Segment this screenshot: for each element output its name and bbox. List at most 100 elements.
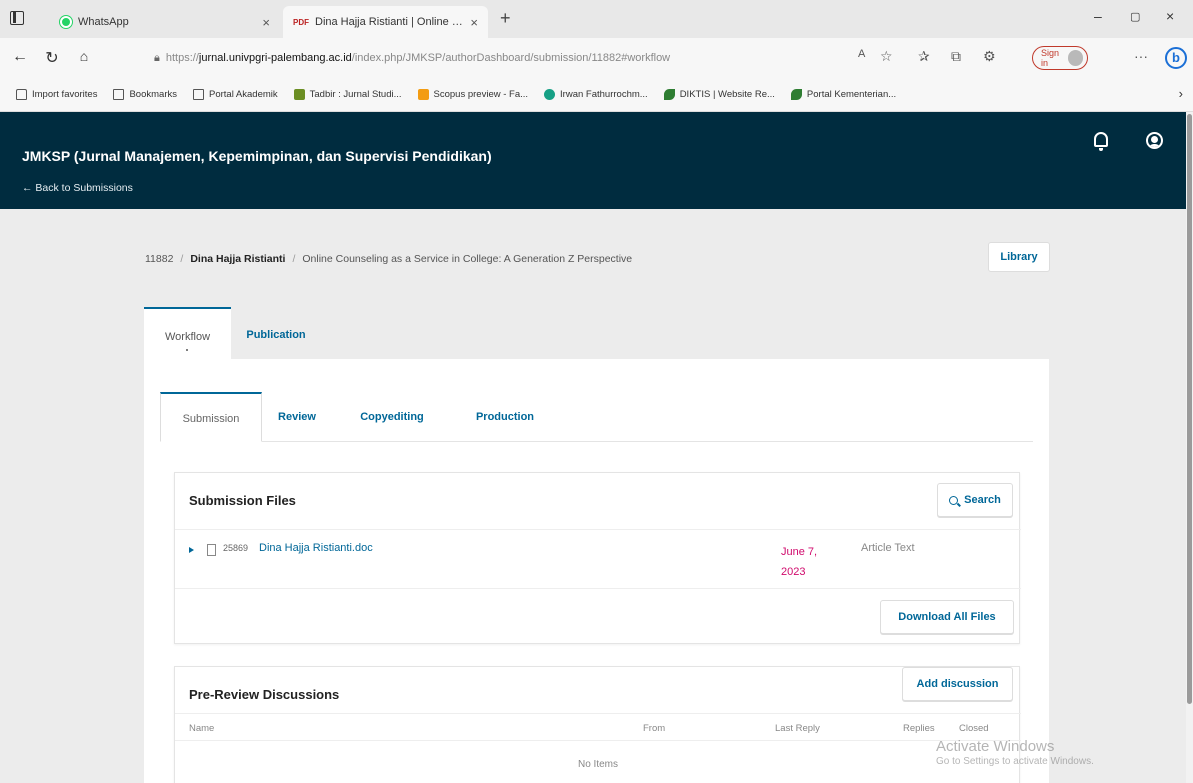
favorite-item[interactable]: Irwan Fathurrochm... [544, 89, 648, 100]
close-tab-icon[interactable]: × [470, 15, 478, 30]
sign-in-button[interactable]: Sign in [1032, 46, 1088, 70]
library-button[interactable]: Library [988, 242, 1050, 272]
column-closed: Closed [959, 723, 989, 734]
restore-button[interactable]: ▢ [1130, 10, 1140, 23]
discussions-table-header: Name From Last Reply Replies Closed [175, 713, 1021, 741]
notifications-bell-icon[interactable] [1094, 132, 1108, 151]
breadcrumb-separator: / [180, 253, 184, 265]
submission-author: Dina Hajja Ristianti [190, 253, 286, 265]
tab-publication[interactable]: Publication [231, 307, 321, 359]
scrollbar-thumb[interactable] [1187, 114, 1192, 704]
favorite-item[interactable]: Portal Kementerian... [790, 89, 897, 100]
leaf-favicon-icon [790, 89, 802, 100]
watermark-line1: Activate Windows [936, 738, 1055, 755]
favorite-item[interactable]: Bookmarks [113, 89, 177, 100]
workflow-panel: Submission Review Copyediting Production… [144, 359, 1049, 783]
favorite-item[interactable]: Scopus preview - Fa... [417, 89, 529, 100]
close-window-button[interactable]: × [1166, 8, 1174, 24]
read-aloud-icon[interactable]: A [858, 48, 865, 60]
document-icon [207, 544, 216, 556]
favorite-item[interactable]: Portal Akademik [192, 89, 278, 100]
page-favicon-icon [192, 89, 204, 100]
browser-tab-bar: WhatsApp × PDF Dina Hajja Ristianti | On… [0, 0, 1193, 38]
favorite-item[interactable]: Tadbir : Jurnal Studi... [293, 89, 402, 100]
favorite-item[interactable]: DIKTIS | Website Re... [663, 89, 775, 100]
collections-icon[interactable]: ⧉ [951, 48, 961, 65]
stage-tabs: Submission Review Copyediting Production [160, 392, 1033, 442]
windows-activation-watermark: Activate Windows Go to Settings to activ… [936, 738, 1094, 767]
breadcrumb: 11882 / Dina Hajja Ristianti / Online Counse… [145, 253, 632, 265]
column-replies: Replies [903, 723, 935, 734]
tab-workflow[interactable]: Workflow [144, 307, 231, 359]
submission-id: 11882 [145, 253, 174, 265]
table-row: 25869 Dina Hajja Ristianti.doc June 7, 2… [175, 529, 1021, 589]
pdf-icon: PDF [293, 17, 309, 27]
page-scrollbar[interactable] [1186, 112, 1193, 783]
file-name-link[interactable]: Dina Hajja Ristianti.doc [259, 542, 373, 554]
search-icon [949, 495, 959, 505]
tab-review[interactable]: Review [262, 392, 332, 442]
favorite-label: Portal Akademik [208, 89, 278, 100]
app-header: JMKSP (Jurnal Manajemen, Kepemimpinan, d… [0, 112, 1186, 209]
url-scheme: https:// [165, 52, 199, 64]
favorite-label: Bookmarks [129, 89, 177, 100]
empty-state: No Items [577, 759, 618, 770]
more-menu-icon[interactable]: ··· [1134, 48, 1148, 64]
browser-tab-whatsapp[interactable]: WhatsApp × [50, 6, 280, 38]
lock-icon: 🔒︎ [154, 51, 160, 64]
column-from: From [643, 723, 666, 734]
expand-row-icon[interactable] [189, 547, 194, 553]
back-to-submissions-link[interactable]: ← Back to Submissions [22, 182, 133, 194]
bing-copilot-icon[interactable]: b [1165, 47, 1187, 69]
tab-actions-icon[interactable] [10, 11, 24, 25]
whatsapp-icon [60, 16, 72, 28]
browser-tab-active[interactable]: PDF Dina Hajja Ristianti | Online Cou...… [283, 6, 488, 38]
pre-review-discussions-card: Pre-Review Discussions Add discussion Na… [174, 666, 1021, 783]
extensions-icon[interactable]: ⚙ [983, 48, 996, 65]
user-account-icon[interactable] [1146, 132, 1163, 149]
tab-label: Dina Hajja Ristianti | Online Cou... [315, 16, 464, 28]
tab-production[interactable]: Production [460, 392, 550, 442]
favorite-label: DIKTIS | Website Re... [679, 89, 775, 100]
orange-favicon-icon [417, 89, 429, 100]
url-host: jurnal.univpgri-palembang.ac.id [198, 52, 352, 64]
favorite-label: Import favorites [32, 89, 98, 100]
home-icon[interactable]: ⌂ [74, 48, 94, 64]
url-path: /index.php/JMKSP/authorDashboard/submiss… [351, 52, 671, 64]
breadcrumb-separator: / [292, 253, 296, 265]
favorites-overflow-icon[interactable]: › [1179, 86, 1183, 101]
favorites-icon[interactable]: ✰ [918, 48, 930, 65]
column-name: Name [189, 723, 215, 734]
file-date: June 7, 2023 [781, 546, 818, 578]
journal-title: JMKSP (Jurnal Manajemen, Kepemimpinan, d… [22, 148, 492, 164]
favorite-label: Tadbir : Jurnal Studi... [309, 89, 402, 100]
back-arrow-icon[interactable]: ← [10, 48, 30, 66]
url-field[interactable]: 🔒︎ https://jurnal.univpgri-palembang.ac.… [140, 44, 900, 72]
submission-files-card: Submission Files Search 25869 Dina Hajja… [174, 472, 1021, 644]
favorite-label: Irwan Fathurrochm... [560, 89, 648, 100]
file-type: Article Text [861, 542, 915, 554]
download-all-files-button[interactable]: Download All Files [880, 600, 1014, 634]
favorite-label: Scopus preview - Fa... [433, 89, 529, 100]
new-tab-button[interactable]: + [500, 8, 511, 29]
favorite-item[interactable]: Import favorites [16, 89, 97, 100]
search-label: Search [964, 494, 1001, 506]
favorite-star-icon[interactable]: ☆ [880, 48, 893, 65]
search-button[interactable]: Search [937, 483, 1013, 517]
tab-submission[interactable]: Submission [160, 392, 262, 442]
favorite-label: Portal Kementerian... [806, 89, 897, 100]
address-bar-row: ← ↻ ⌂ 🔒︎ https://jurnal.univpgri-palemba… [0, 38, 1193, 78]
reload-icon[interactable]: ↻ [42, 48, 62, 68]
favorites-bar: Import favorites Bookmarks Portal Akademik… [0, 78, 1193, 112]
page-favicon-icon [113, 89, 125, 100]
column-last-reply: Last Reply [775, 723, 820, 734]
tab-copyediting[interactable]: Copyediting [342, 392, 442, 442]
green-favicon-icon [293, 89, 305, 100]
folder-favicon-icon [16, 89, 27, 100]
minimize-button[interactable]: – [1094, 8, 1102, 24]
sign-in-label: Sign in [1041, 48, 1060, 68]
close-tab-icon[interactable]: × [262, 15, 270, 30]
add-discussion-button[interactable]: Add discussion [902, 667, 1013, 701]
profile-avatar-icon [1067, 50, 1083, 66]
submission-files-title: Submission Files [189, 493, 296, 508]
